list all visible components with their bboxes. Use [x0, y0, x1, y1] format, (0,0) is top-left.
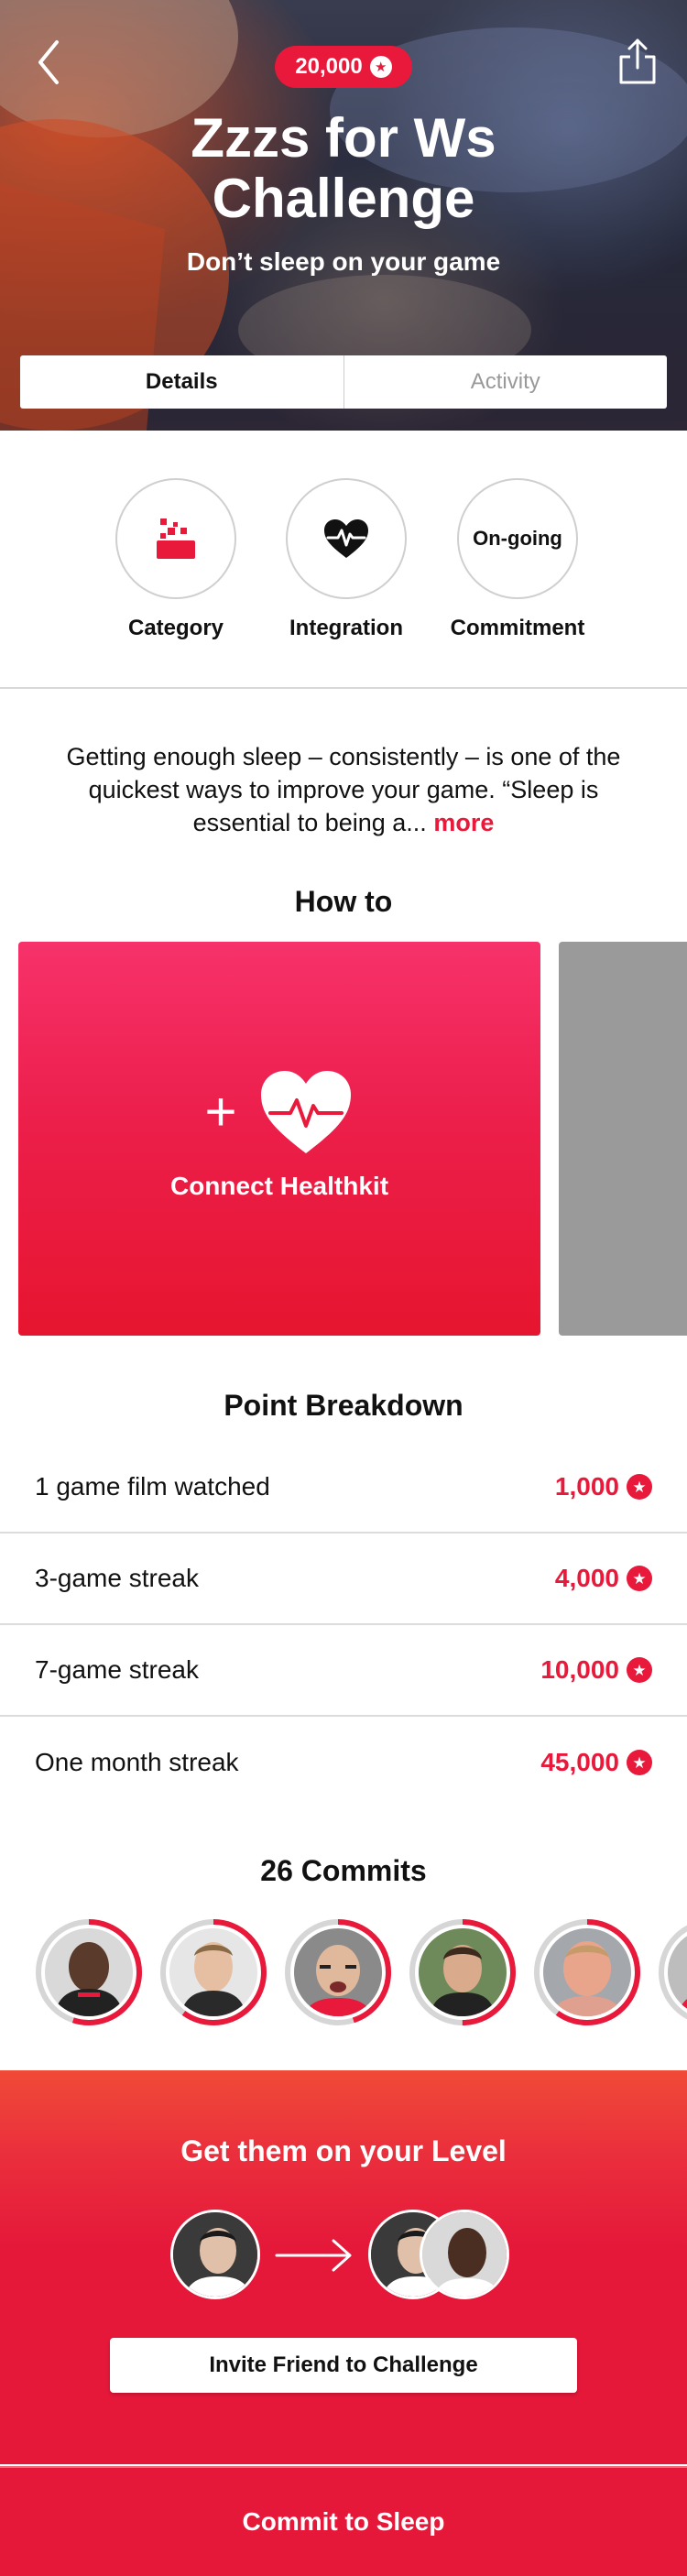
star-icon: ★: [627, 1750, 652, 1775]
commit-avatar[interactable]: [658, 1918, 687, 2026]
arrow-right-icon: [275, 2239, 352, 2272]
star-icon: ★: [627, 1566, 652, 1591]
description-text: Getting enough sleep – consistently – is…: [66, 743, 621, 836]
avatar: [294, 1928, 382, 2016]
tab-bar: Details Activity: [20, 355, 667, 409]
invite-section: Get them on your Level Invite Friend to …: [0, 2070, 687, 2464]
challenge-attributes: Category Integration On-going Commitment: [0, 431, 687, 689]
plus-icon: +: [204, 1081, 237, 1142]
breakdown-points: 45,000 ★: [540, 1748, 652, 1777]
commits-title: 26 Commits: [260, 1854, 427, 1887]
points-value: 1,000: [554, 1472, 619, 1501]
breakdown-row: 7-game streak 10,000 ★: [0, 1625, 687, 1717]
chevron-left-icon: [38, 40, 59, 84]
challenge-hero: 20,000 ★ Zzzs for Ws Challenge Don’t sle…: [0, 0, 687, 431]
how-to-title: How to: [294, 885, 393, 918]
avatar: [420, 2210, 509, 2299]
share-button[interactable]: [616, 35, 660, 90]
breakdown-label: 1 game film watched: [35, 1472, 270, 1501]
commitment-circle: On-going: [457, 478, 578, 599]
attribute-category[interactable]: Category: [89, 478, 263, 641]
commit-button[interactable]: Commit to Sleep: [0, 2466, 687, 2576]
star-icon: ★: [627, 1657, 652, 1683]
title-line-1: Zzzs for Ws: [191, 107, 496, 169]
invite-title: Get them on your Level: [180, 2134, 507, 2167]
breakdown-row: 3-game streak 4,000 ★: [0, 1534, 687, 1625]
commit-avatar[interactable]: [159, 1918, 267, 2026]
next-howto-card[interactable]: [559, 942, 687, 1336]
breakdown-label: 7-game streak: [35, 1655, 199, 1684]
share-icon: [619, 38, 656, 84]
avatar: [419, 1928, 507, 2016]
commit-avatar[interactable]: [284, 1918, 392, 2026]
heart-pulse-icon: [260, 1071, 351, 1153]
commitment-value: On-going: [473, 527, 562, 550]
howto-card-label: Connect Healthkit: [169, 1172, 389, 1200]
breakdown-points: 1,000 ★: [555, 1472, 652, 1501]
add-heart-pulse-icon: +: [204, 1067, 354, 1157]
back-button[interactable]: [31, 35, 68, 90]
breakdown-row: 1 game film watched 1,000 ★: [0, 1442, 687, 1534]
connect-healthkit-card[interactable]: + Connect Healthkit: [18, 942, 540, 1336]
tab-details[interactable]: Details: [20, 355, 344, 409]
commit-avatar[interactable]: [533, 1918, 641, 2026]
integration-circle: [286, 478, 407, 599]
points-value: 10,000: [540, 1655, 619, 1684]
avatar: [169, 1928, 257, 2016]
attribute-commitment[interactable]: On-going Commitment: [431, 478, 605, 641]
attribute-label: Integration: [289, 616, 403, 640]
attribute-label: Commitment: [450, 616, 585, 640]
attribute-integration[interactable]: Integration: [259, 478, 433, 641]
point-breakdown-list: 1 game film watched 1,000 ★ 3-game strea…: [0, 1442, 687, 1808]
points-value: 45,000: [540, 1748, 619, 1776]
challenge-description: Getting enough sleep – consistently – is…: [64, 740, 623, 839]
avatar: [543, 1928, 631, 2016]
breakdown-label: One month streak: [35, 1748, 239, 1776]
invite-friend-button[interactable]: Invite Friend to Challenge: [110, 2338, 577, 2393]
heart-pulse-icon: [324, 519, 368, 558]
star-icon: ★: [369, 56, 392, 78]
more-link[interactable]: more: [433, 809, 494, 836]
avatar: [170, 2210, 260, 2299]
invite-illustration: [170, 2210, 518, 2301]
title-line-2: Challenge: [212, 168, 475, 229]
avatar: [45, 1928, 133, 2016]
attribute-label: Category: [127, 616, 224, 640]
category-circle: [115, 478, 236, 599]
page-subtitle: Don’t sleep on your game: [186, 247, 501, 276]
commit-avatars: [35, 1918, 687, 2028]
breakdown-points: 10,000 ★: [540, 1655, 652, 1685]
points-value: 4,000: [554, 1564, 619, 1592]
star-icon: ★: [627, 1474, 652, 1500]
point-breakdown-title: Point Breakdown: [224, 1389, 463, 1422]
avatar: [668, 1928, 687, 2016]
breakdown-row: One month streak 45,000 ★: [0, 1717, 687, 1808]
page-title: Zzzs for Ws Challenge: [0, 108, 687, 229]
tab-activity[interactable]: Activity: [343, 355, 668, 409]
category-pixels-icon: [157, 518, 195, 559]
points-badge: 20,000 ★: [275, 46, 412, 88]
breakdown-points: 4,000 ★: [555, 1564, 652, 1593]
commit-avatar[interactable]: [409, 1918, 517, 2026]
commit-avatar[interactable]: [35, 1918, 143, 2026]
points-value: 20,000: [295, 54, 363, 79]
breakdown-label: 3-game streak: [35, 1564, 199, 1592]
